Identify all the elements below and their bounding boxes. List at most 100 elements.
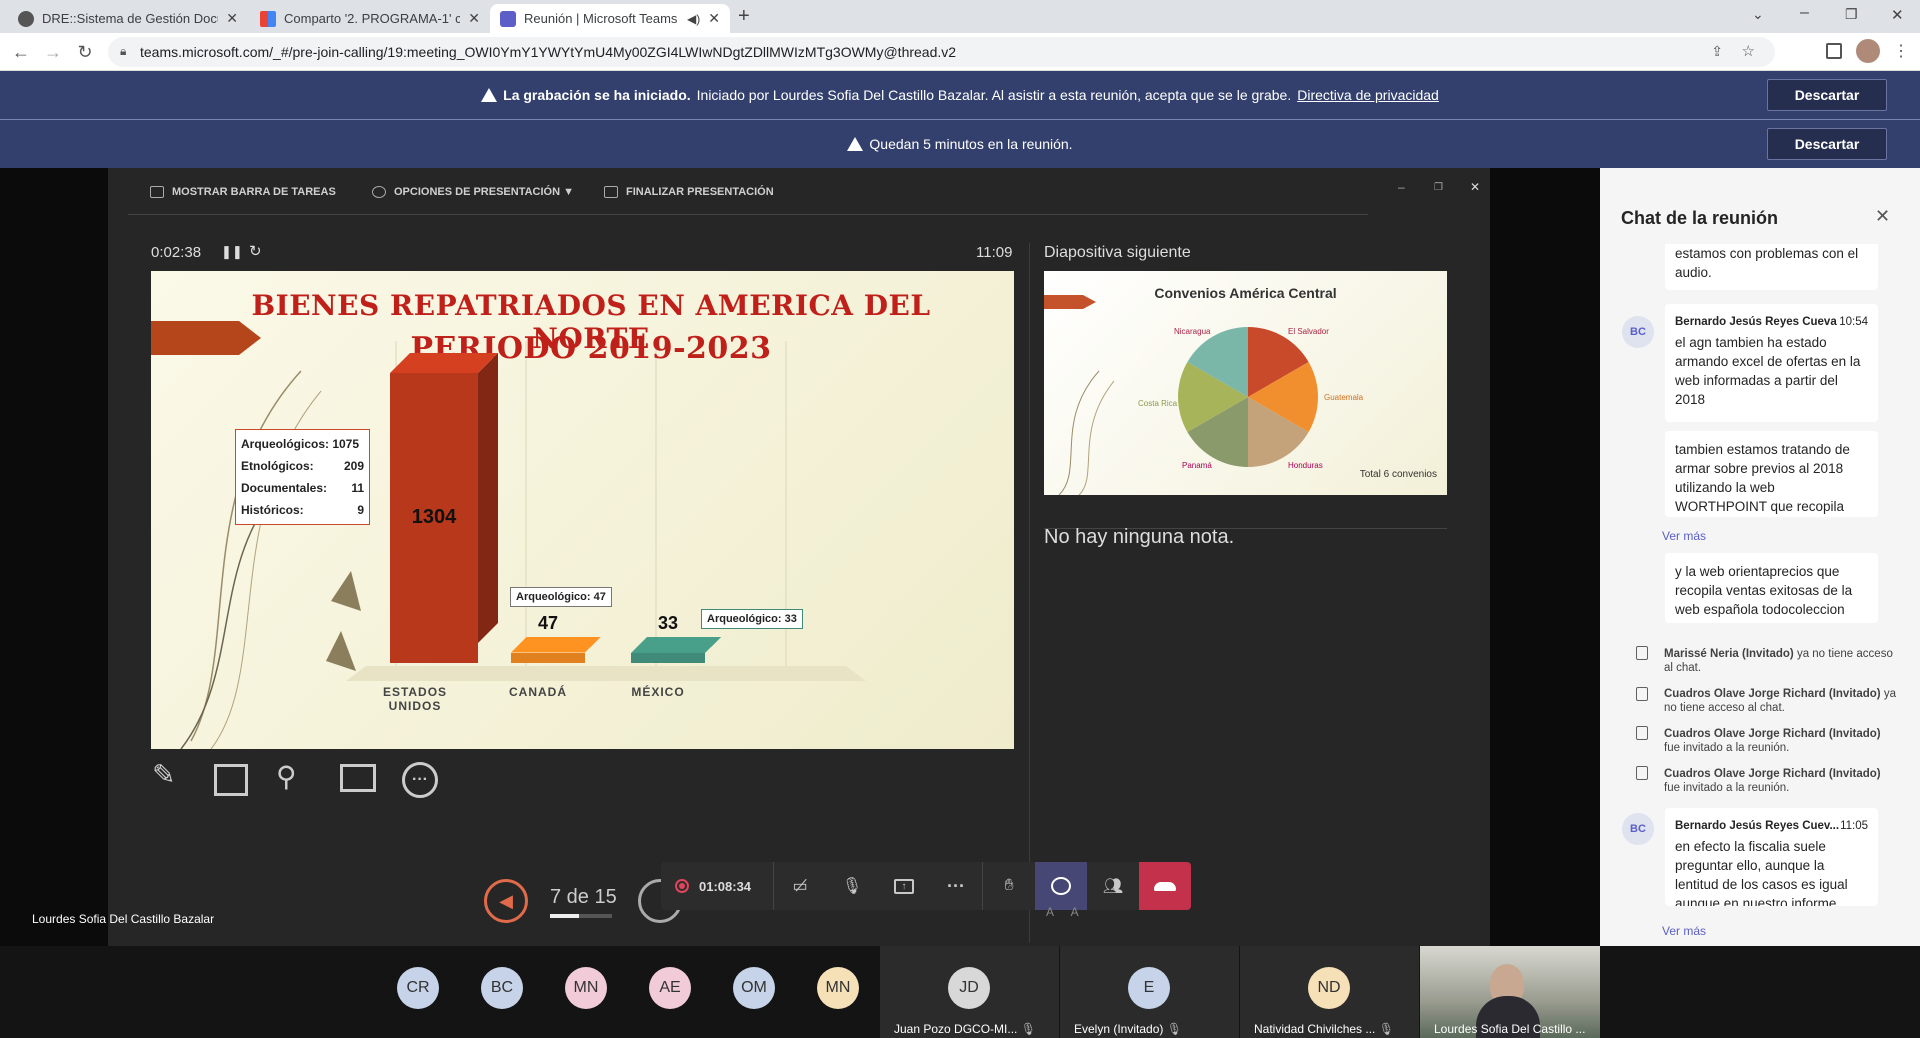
breakdown-line: Históricos: bbox=[241, 503, 304, 517]
raise-hand-button[interactable]: ✋︎ bbox=[983, 862, 1035, 910]
close-icon[interactable]: ✕ bbox=[1470, 180, 1480, 194]
participant-avatar[interactable]: OM bbox=[733, 967, 775, 1009]
pause-icon[interactable]: ❚❚ bbox=[221, 244, 243, 260]
recording-indicator: 01:08:34 bbox=[661, 879, 773, 894]
participant-video-tile[interactable]: Lourdes Sofia Del Castillo ... bbox=[1420, 946, 1600, 1038]
sidepanel-icon[interactable] bbox=[1826, 43, 1842, 59]
person-removed-icon bbox=[1636, 687, 1648, 701]
forward-icon[interactable]: → bbox=[42, 42, 64, 63]
chart-data-label: 1304 bbox=[411, 506, 457, 528]
url-field[interactable]: 🔒︎ teams.microsoft.com/_#/pre-join-calli… bbox=[108, 37, 1775, 67]
chart-bar-side bbox=[478, 353, 498, 643]
hand-icon: ✋︎ bbox=[1004, 877, 1014, 894]
restore-icon[interactable]: ❐ bbox=[1434, 182, 1443, 193]
tab-title: Comparto '2. PROGRAMA-1' con bbox=[284, 11, 461, 26]
participant-avatar[interactable]: CR bbox=[397, 967, 439, 1009]
zoom-icon[interactable]: ⚲ bbox=[276, 760, 297, 793]
close-icon[interactable]: ✕ bbox=[226, 10, 238, 27]
minimize-icon[interactable]: – bbox=[1800, 4, 1809, 22]
close-icon[interactable]: ✕ bbox=[468, 10, 480, 27]
back-icon[interactable]: ← bbox=[10, 42, 32, 63]
more-icon: ··· bbox=[947, 875, 965, 896]
star-icon[interactable]: ☆ bbox=[1742, 42, 1755, 60]
teams-icon bbox=[500, 10, 516, 27]
share-screen-button[interactable]: ↑ bbox=[878, 862, 930, 910]
browser-tab[interactable]: Comparto '2. PROGRAMA-1' con ✕ bbox=[250, 4, 490, 33]
see-more-link[interactable]: Ver más bbox=[1662, 924, 1706, 938]
mic-off-icon: 🎙︎ bbox=[1378, 1022, 1394, 1036]
participant-tile[interactable]: E Evelyn (Invitado) 🎙︎ bbox=[1060, 946, 1239, 1038]
participant-tile[interactable]: JD Juan Pozo DGCO-MI... 🎙︎ bbox=[880, 946, 1059, 1038]
mic-off-icon: 🎙︎ bbox=[1020, 1022, 1036, 1036]
pie-label: Costa Rica bbox=[1138, 399, 1178, 408]
more-icon[interactable]: ··· bbox=[402, 762, 438, 798]
menu-icon[interactable]: ⋮ bbox=[1893, 41, 1909, 61]
breakdown-box: Arqueológicos: 1075 Etnológicos: 209 Docu… bbox=[235, 429, 370, 525]
system-message: Marissé Neria (Invitado) ya no tiene acc… bbox=[1664, 648, 1893, 674]
close-icon[interactable]: ✕ bbox=[708, 10, 720, 27]
person-added-icon bbox=[1636, 766, 1648, 780]
new-tab-icon[interactable]: + bbox=[738, 5, 750, 28]
participant-avatar[interactable]: BC bbox=[481, 967, 523, 1009]
browser-tab-bar: DRE::Sistema de Gestión Docume ✕ Compart… bbox=[0, 0, 1920, 33]
show-taskbar-button[interactable]: MOSTRAR BARRA DE TAREAS bbox=[150, 186, 336, 198]
message-author: Bernardo Jesús Reyes Cuev... bbox=[1675, 820, 1840, 832]
browser-tab[interactable]: DRE::Sistema de Gestión Docume ✕ bbox=[8, 4, 248, 33]
share-icon[interactable]: ⇪ bbox=[1711, 43, 1723, 60]
minimize-icon[interactable]: – bbox=[1398, 180, 1405, 194]
participant-tile[interactable]: ND Natividad Chivilches ... 🎙︎ bbox=[1240, 946, 1419, 1038]
chat-message: Bernardo Jesús Reyes Cuev... 11:05 en efe… bbox=[1665, 808, 1878, 906]
chat-icon bbox=[1051, 877, 1071, 895]
speaker-icon[interactable]: ◀) bbox=[687, 12, 700, 26]
close-window-icon[interactable]: ✕ bbox=[1891, 6, 1904, 24]
chart-bar bbox=[631, 653, 705, 663]
more-actions-button[interactable]: ··· bbox=[930, 862, 982, 910]
presentation-options-button[interactable]: OPCIONES DE PRESENTACIÓN ▼ bbox=[372, 186, 574, 198]
profile-avatar[interactable] bbox=[1856, 39, 1880, 63]
chart-category-label: ESTADOS UNIDOS bbox=[382, 685, 448, 713]
breakdown-value: 9 bbox=[357, 503, 364, 517]
see-more-link[interactable]: Ver más bbox=[1662, 529, 1706, 543]
avatar: BC bbox=[1622, 813, 1654, 845]
reload-icon[interactable]: ↻ bbox=[74, 42, 96, 63]
camera-off-button[interactable]: ▭̸ bbox=[774, 862, 826, 910]
avatar: BC bbox=[1622, 316, 1654, 348]
chart-data-label: 47 bbox=[537, 612, 559, 633]
message-text: el agn tambien ha estado armando excel d… bbox=[1675, 335, 1861, 407]
mic-off-button[interactable]: 🎙︎ bbox=[826, 862, 878, 910]
chat-title: Chat de la reunión bbox=[1621, 208, 1779, 228]
next-slide-preview: Convenios América Central Nicaragua El S… bbox=[1044, 271, 1447, 495]
restart-icon[interactable]: ↻ bbox=[249, 242, 262, 260]
restore-icon[interactable]: ❐ bbox=[1845, 6, 1858, 23]
address-bar: ← → ↻ 🔒︎ teams.microsoft.com/_#/pre-join… bbox=[0, 33, 1920, 71]
font-size-icon[interactable]: A A bbox=[1046, 905, 1079, 919]
slide-title-line2: PERIODO 2019-2023 bbox=[410, 331, 772, 366]
hang-up-button[interactable] bbox=[1139, 862, 1191, 910]
participant-avatar[interactable]: MN bbox=[565, 967, 607, 1009]
dismiss-button[interactable]: Descartar bbox=[1767, 128, 1887, 160]
divider bbox=[1029, 243, 1030, 943]
slides-grid-icon[interactable] bbox=[214, 764, 248, 796]
chevron-down-icon[interactable]: ⌄ bbox=[1752, 6, 1764, 23]
participant-avatar[interactable]: AE bbox=[649, 967, 691, 1009]
message-text: estamos con problemas con el audio. bbox=[1675, 246, 1859, 280]
participants-button[interactable]: 👥︎ bbox=[1087, 862, 1139, 910]
chat-button[interactable] bbox=[1035, 862, 1087, 910]
dismiss-button[interactable]: Descartar bbox=[1767, 79, 1887, 111]
system-message: Cuadros Olave Jorge Richard (Invitado) y… bbox=[1664, 688, 1896, 714]
lock-icon: 🔒︎ bbox=[120, 44, 127, 58]
gmail-icon bbox=[260, 10, 276, 27]
end-presentation-button[interactable]: FINALIZAR PRESENTACIÓN bbox=[604, 186, 774, 198]
previous-slide-button[interactable]: ◀ bbox=[484, 879, 528, 923]
participant-avatar[interactable]: MN bbox=[817, 967, 859, 1009]
chart-category-label: CANADÁ bbox=[509, 685, 567, 699]
notes-text: No hay ninguna nota. bbox=[1044, 526, 1235, 548]
browser-tab-active[interactable]: Reunión | Microsoft Teams ◀) ✕ bbox=[490, 4, 730, 33]
elapsed-timer: 0:02:38 bbox=[151, 244, 202, 261]
pen-icon[interactable]: ✎ bbox=[152, 758, 175, 791]
message-author: Bernardo Jesús Reyes Cueva bbox=[1675, 316, 1837, 328]
privacy-link[interactable]: Directiva de privacidad bbox=[1297, 87, 1439, 103]
system-message: Cuadros Olave Jorge Richard (Invitado) f… bbox=[1664, 728, 1881, 754]
screen-icon[interactable] bbox=[340, 764, 376, 792]
close-icon[interactable]: ✕ bbox=[1875, 206, 1890, 227]
